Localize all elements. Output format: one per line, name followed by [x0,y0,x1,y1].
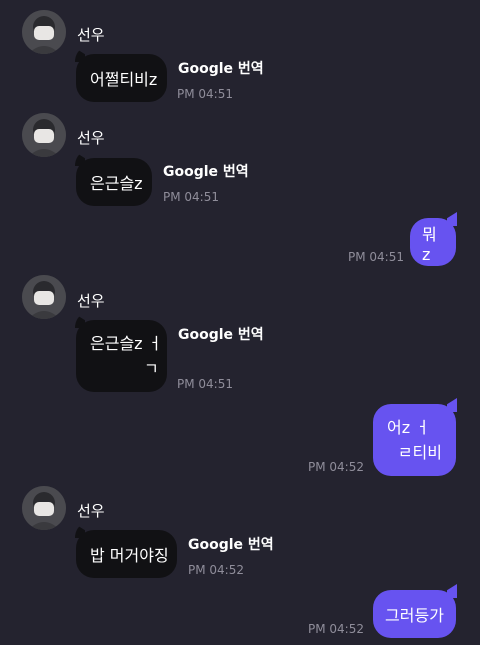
message-timestamp: PM 04:52 [308,460,364,474]
sender-name: 선우 [77,292,105,310]
google-translate-link[interactable]: Google 번역 [188,534,274,554]
avatar[interactable] [22,275,66,319]
sender-name: 선우 [77,502,105,520]
message-line: ㄹ티비 [397,443,442,462]
outgoing-message-bubble[interactable]: 어z ㅓ ㄹ티비 [373,404,456,476]
avatar[interactable] [22,113,66,157]
message-line: 어z ㅓ [387,418,430,437]
message-line: 은근슬z ㅓ [90,334,163,353]
sender-name: 선우 [77,129,105,147]
message-timestamp: PM 04:51 [177,377,233,391]
message-timestamp: PM 04:52 [188,563,244,577]
avatar[interactable] [22,10,66,54]
incoming-message-bubble[interactable]: 어쩔티비z [76,54,167,102]
incoming-message-bubble[interactable]: 밥 머거야징 [76,530,177,578]
message-timestamp: PM 04:51 [177,87,233,101]
message-timestamp: PM 04:52 [308,622,364,636]
message-timestamp: PM 04:51 [163,190,219,204]
incoming-message-bubble[interactable]: 은근슬z [76,158,152,206]
sender-name: 선우 [77,26,105,44]
message-line: ㄱ [144,359,159,378]
avatar[interactable] [22,486,66,530]
google-translate-link[interactable]: Google 번역 [178,58,264,78]
google-translate-link[interactable]: Google 번역 [163,161,249,181]
outgoing-message-bubble[interactable]: 뭐z [410,218,456,266]
google-translate-link[interactable]: Google 번역 [178,324,264,344]
chat-thread[interactable]: 선우 어쩔티비z Google 번역 PM 04:51 선우 은근슬z Goog… [0,0,480,645]
outgoing-message-bubble[interactable]: 그러등가 [373,590,456,638]
message-timestamp: PM 04:51 [348,250,404,264]
incoming-message-bubble[interactable]: 은근슬z ㅓ ㄱ [76,320,167,392]
